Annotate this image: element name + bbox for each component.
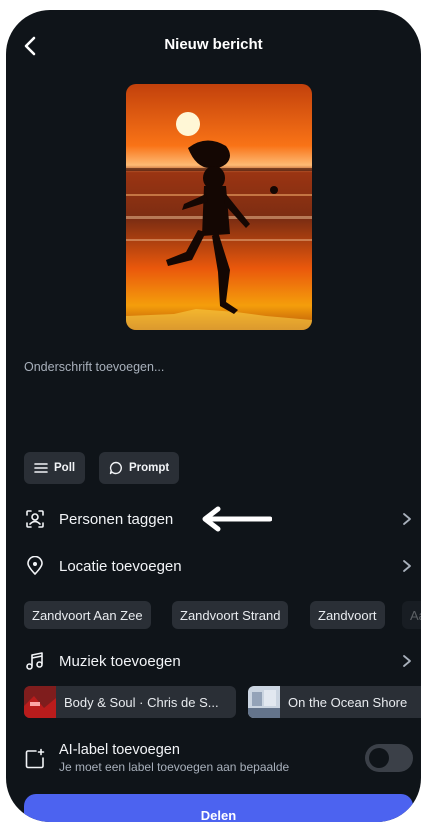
chevron-right-icon xyxy=(403,513,411,525)
speech-bubble-icon xyxy=(109,461,122,475)
music-note-icon xyxy=(24,650,46,672)
annotation-arrow-icon xyxy=(202,506,272,532)
ai-label-title: AI-label toevoegen xyxy=(59,742,180,758)
ai-label-row: AI-label toevoegen Je moet een label toe… xyxy=(6,738,421,778)
poll-button[interactable]: Poll xyxy=(24,452,86,484)
tag-person-icon xyxy=(24,508,46,530)
tag-people-row[interactable]: Personen taggen xyxy=(6,500,421,538)
toggle-knob xyxy=(369,748,389,768)
chevron-right-icon xyxy=(403,655,411,667)
page-title: Nieuw bericht xyxy=(164,36,263,53)
sunset-photo xyxy=(126,84,312,330)
prompt-button[interactable]: Prompt xyxy=(99,452,180,484)
ai-label-icon xyxy=(24,748,46,770)
location-chip[interactable]: Aa xyxy=(402,601,421,629)
share-button[interactable]: Delen xyxy=(24,794,413,822)
poll-label: Poll xyxy=(54,462,76,474)
app-screen: Nieuw bericht Onderschrift toevoegen... … xyxy=(6,10,421,822)
ai-label-toggle[interactable] xyxy=(365,744,413,772)
location-chip[interactable]: Zandvoort xyxy=(310,601,385,629)
add-location-row[interactable]: Locatie toevoegen xyxy=(6,547,421,585)
music-suggestion-chip[interactable]: Body & Soul · Chris de S... xyxy=(24,686,236,718)
add-location-label: Locatie toevoegen xyxy=(59,557,182,575)
location-chip[interactable]: Zandvoort Strand xyxy=(172,601,289,629)
prompt-label: Prompt xyxy=(129,462,170,474)
list-icon xyxy=(34,463,48,473)
music-title: On the Ocean Shore xyxy=(288,694,408,710)
caption-input[interactable]: Onderschrift toevoegen... xyxy=(24,360,164,374)
music-title: Body & Soul · Chris de S... xyxy=(64,694,219,710)
album-art-icon xyxy=(248,686,280,718)
album-art-icon xyxy=(24,686,56,718)
post-photo[interactable] xyxy=(126,84,312,330)
location-pin-icon xyxy=(24,555,46,577)
add-music-label: Muziek toevoegen xyxy=(59,652,181,670)
location-chip[interactable]: Zandvoort Aan Zee xyxy=(24,601,151,629)
music-suggestion-chip[interactable]: On the Ocean Shore xyxy=(248,686,421,718)
ai-label-subtitle: Je moet een label toevoegen aan bepaalde xyxy=(59,760,290,774)
tag-people-label: Personen taggen xyxy=(59,510,174,528)
header: Nieuw bericht xyxy=(6,10,421,74)
add-music-row[interactable]: Muziek toevoegen xyxy=(6,642,421,680)
chevron-right-icon xyxy=(403,560,411,572)
